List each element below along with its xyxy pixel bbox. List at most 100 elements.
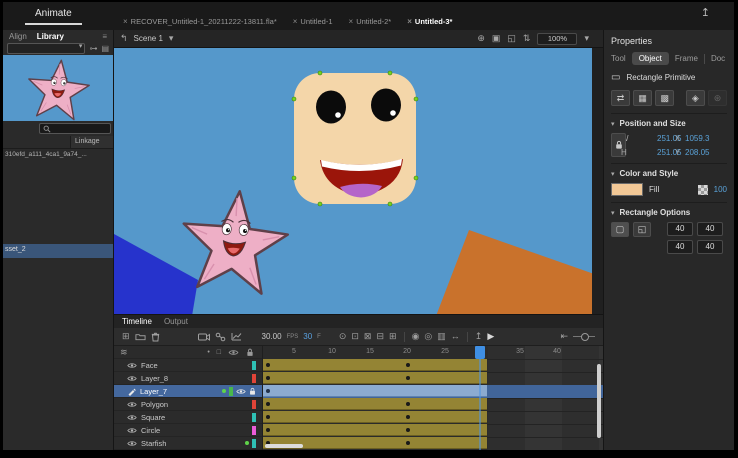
zoom-stepper-icon[interactable]: ⇅ xyxy=(523,33,531,44)
new-folder-icon[interactable] xyxy=(135,332,146,341)
highlight-column-icon[interactable]: • xyxy=(207,349,209,356)
fill-alpha-value[interactable]: 100 xyxy=(714,185,727,194)
lock-column-icon[interactable] xyxy=(246,348,254,357)
doc-tab-recover[interactable]: × RECOVER_Untitled-1_20211222-13811.fla* xyxy=(115,14,285,30)
stage-canvas[interactable] xyxy=(114,48,592,314)
layer-row-square[interactable]: Square xyxy=(114,411,262,424)
frame-row-circle[interactable] xyxy=(263,424,603,438)
height-value[interactable]: 251.05 xyxy=(657,148,675,157)
panel-menu-icon[interactable]: ≡ xyxy=(102,32,107,41)
frame-row-square[interactable] xyxy=(263,411,603,425)
center-frame-icon[interactable]: ⇤ xyxy=(560,332,568,341)
remove-frame-icon[interactable]: ⊞ xyxy=(389,332,397,341)
outline-column-icon[interactable]: □ xyxy=(217,349,221,356)
frame-row-polygon[interactable] xyxy=(263,398,603,412)
grid-options-button[interactable]: ▦ xyxy=(633,90,652,106)
x-value[interactable]: 1059.3 xyxy=(685,134,725,143)
frame-row-starfish[interactable] xyxy=(263,437,603,450)
insert-blank-keyframe-icon[interactable]: ⊟ xyxy=(376,332,384,341)
timeline-horizontal-scrollbar[interactable] xyxy=(265,444,303,448)
close-icon[interactable]: × xyxy=(407,17,412,26)
timeline-vertical-scrollbar[interactable] xyxy=(597,364,601,438)
corner-radius-bottom-left-input[interactable]: 40 xyxy=(667,240,693,254)
chevron-down-icon[interactable]: ▾ xyxy=(611,120,615,128)
new-layer-icon[interactable]: ⊞ xyxy=(122,332,130,341)
layer-row-starfish[interactable]: Starfish xyxy=(114,437,262,450)
frame-row-layer-8[interactable] xyxy=(263,372,603,386)
width-value[interactable]: 251.05 xyxy=(657,134,675,143)
doc-tab-untitled-1[interactable]: × Untitled-1 xyxy=(285,14,341,30)
library-item-row-selected[interactable]: sset_2 xyxy=(3,244,113,258)
frame-span-selected[interactable] xyxy=(263,385,487,397)
library-document-select[interactable]: ▾ xyxy=(7,43,85,54)
onion-skin-outline-icon[interactable]: ◎ xyxy=(424,332,432,341)
expand-to-fill-button[interactable]: ⇄ xyxy=(611,90,630,106)
slider-knob[interactable] xyxy=(581,333,589,341)
close-icon[interactable]: × xyxy=(123,17,128,26)
delete-icon[interactable] xyxy=(151,332,160,342)
chevron-down-icon[interactable]: ▾ xyxy=(611,209,615,217)
filters-button[interactable]: ⊛ xyxy=(708,90,727,106)
insert-keyframe-icon[interactable]: ⊠ xyxy=(364,332,372,341)
frame-span[interactable] xyxy=(263,411,487,423)
eye-icon[interactable] xyxy=(127,375,137,382)
layer-row-circle[interactable]: Circle xyxy=(114,424,262,437)
eye-icon[interactable] xyxy=(127,401,137,408)
section-title-position[interactable]: Position and Size xyxy=(620,119,686,128)
tab-timeline[interactable]: Timeline xyxy=(122,317,152,326)
blend-button[interactable]: ◈ xyxy=(686,90,705,106)
frame-span[interactable] xyxy=(263,372,487,384)
doc-tab-untitled-3[interactable]: × Untitled-3* xyxy=(399,14,460,30)
eye-icon[interactable] xyxy=(127,362,137,369)
y-value[interactable]: 208.05 xyxy=(685,148,725,157)
orange-triangle-shape[interactable] xyxy=(436,230,592,314)
camera-icon[interactable] xyxy=(198,332,210,341)
corner-radius-top-left-input[interactable]: 40 xyxy=(667,222,693,236)
blue-polygon-shape[interactable] xyxy=(114,234,198,314)
frame-ruler[interactable]: 5 10 15 20 25 35 40 xyxy=(263,346,603,360)
insert-frame-icon[interactable]: ⊡ xyxy=(351,332,359,341)
clip-content-icon[interactable]: ▣ xyxy=(492,33,501,44)
corner-radius-top-right-input[interactable]: 40 xyxy=(697,222,723,236)
eye-icon[interactable] xyxy=(236,388,246,395)
library-item-preview[interactable] xyxy=(3,55,113,121)
parenting-view-icon[interactable] xyxy=(215,332,226,342)
modify-markers-icon[interactable]: ↔ xyxy=(451,332,460,341)
close-icon[interactable]: × xyxy=(349,17,354,26)
tab-align[interactable]: Align xyxy=(9,32,27,41)
tab-animate[interactable]: Animate xyxy=(25,6,82,25)
scene-breadcrumb[interactable]: Scene 1 xyxy=(134,34,163,43)
chevron-down-icon[interactable]: ▾ xyxy=(584,33,589,44)
layer-row-polygon[interactable]: Polygon xyxy=(114,398,262,411)
chevron-down-icon[interactable]: ▾ xyxy=(611,170,615,178)
layer-stack-icon[interactable]: ≋ xyxy=(120,348,128,357)
lock-icon[interactable] xyxy=(249,387,256,396)
linkage-column-header[interactable]: Linkage xyxy=(70,136,113,148)
onion-skin-icon[interactable]: ◉ xyxy=(412,332,420,341)
chevron-down-icon[interactable]: ▾ xyxy=(169,33,174,44)
share-icon[interactable]: ↥ xyxy=(701,6,710,19)
library-item-row[interactable]: 310efd_a111_4ca1_9a74_... xyxy=(3,149,113,163)
face-object[interactable] xyxy=(292,71,418,206)
section-title-color[interactable]: Color and Style xyxy=(620,169,679,178)
layer-row-layer-7-selected[interactable]: Layer_7 xyxy=(114,385,262,398)
rotation-center-icon[interactable]: ⊕ xyxy=(477,33,485,44)
pin-library-icon[interactable]: ⊶ xyxy=(89,44,97,53)
alpha-checker-icon[interactable] xyxy=(698,185,708,195)
loop-icon[interactable]: ↥ xyxy=(475,332,483,341)
tab-library[interactable]: Library xyxy=(37,32,64,41)
new-library-panel-icon[interactable]: ▤ xyxy=(101,44,109,53)
insert-keyframe-auto-icon[interactable]: ⊙ xyxy=(339,332,347,341)
snap-options-button[interactable]: ▩ xyxy=(655,90,674,106)
frame-span[interactable] xyxy=(263,398,487,410)
corner-independent-mode-button[interactable]: ◱ xyxy=(633,222,651,237)
eye-column-icon[interactable] xyxy=(228,349,239,356)
frame-row-face[interactable] xyxy=(263,359,603,373)
tab-doc[interactable]: Doc xyxy=(711,54,725,63)
tab-output[interactable]: Output xyxy=(164,317,188,326)
frames-grid[interactable]: 5 10 15 20 25 35 40 xyxy=(263,346,603,450)
fill-color-swatch[interactable] xyxy=(611,183,643,196)
close-icon[interactable]: × xyxy=(293,17,298,26)
tab-frame[interactable]: Frame xyxy=(675,54,698,63)
eye-icon[interactable] xyxy=(127,414,137,421)
